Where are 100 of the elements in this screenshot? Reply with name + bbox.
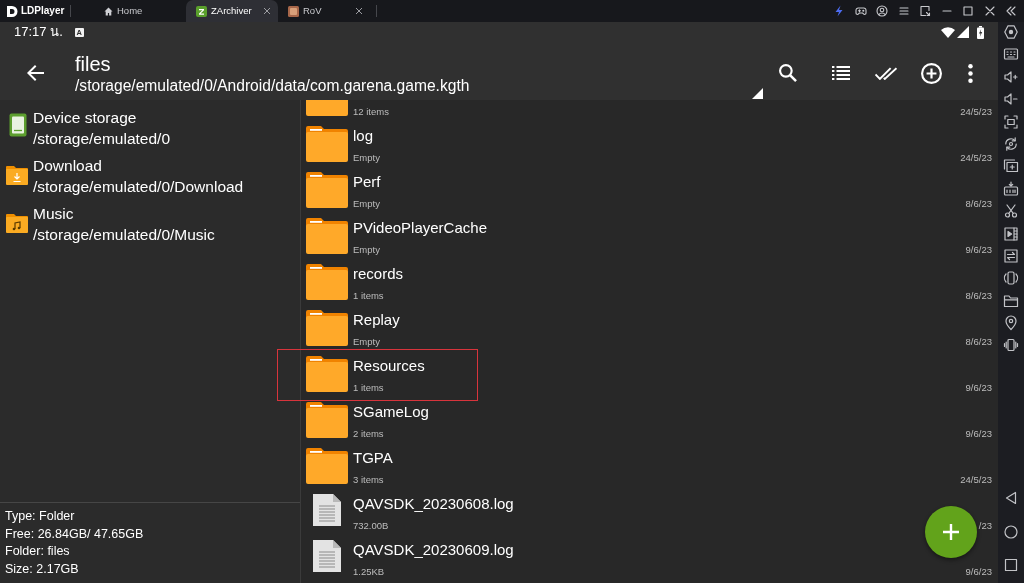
home-icon[interactable] <box>1003 523 1019 540</box>
fullscreen-icon[interactable] <box>1003 113 1019 130</box>
place-path: /storage/emulated/0/Music <box>33 225 215 245</box>
file-name[interactable]: records <box>353 264 404 284</box>
folder-icon <box>306 356 348 392</box>
film-play-icon[interactable] <box>1003 225 1019 242</box>
folder-icon <box>306 448 348 484</box>
file-details: Empty <box>353 336 380 348</box>
download-folder-icon <box>5 165 28 185</box>
phone-vibrate-icon[interactable] <box>1003 337 1019 354</box>
plus-circle-icon <box>920 62 942 84</box>
window-plus-icon[interactable] <box>1003 158 1019 175</box>
file-date: /23 <box>978 520 992 532</box>
rotate-icon[interactable] <box>1003 135 1019 152</box>
folder-title: files <box>75 52 112 76</box>
file-name[interactable]: QAVSDK_20230608.log <box>353 494 514 514</box>
signal-icon <box>957 26 969 38</box>
document-icon <box>313 494 341 526</box>
file-details: 2 items <box>353 428 384 440</box>
list-icon <box>832 66 850 80</box>
folder-icon <box>306 402 348 438</box>
location-pin-icon[interactable] <box>1003 315 1019 332</box>
game-icon <box>288 5 299 17</box>
window-arrow-icon[interactable] <box>919 5 932 17</box>
user-circle-icon[interactable] <box>876 5 889 17</box>
app-icon <box>196 5 207 17</box>
corner-triangle-icon <box>752 88 763 99</box>
info-line: Free: 26.84GB/ 47.65GB <box>5 525 144 543</box>
double-chevron-icon[interactable] <box>1005 5 1018 17</box>
close-icon[interactable] <box>263 7 271 15</box>
info-line: Size: 2.17GB <box>5 560 79 578</box>
file-details: 1 items <box>353 290 384 302</box>
place-name[interactable]: Download <box>33 155 102 176</box>
file-date: 9/6/23 <box>965 428 992 440</box>
battery-charging-icon <box>977 25 984 39</box>
file-name[interactable]: QAVSDK_20230609.log <box>353 540 514 560</box>
file-name[interactable]: Resources <box>353 356 425 376</box>
keyboard-icon[interactable] <box>1003 46 1019 63</box>
phone-shake-icon[interactable] <box>1003 270 1019 287</box>
folder-icon[interactable] <box>1003 292 1019 309</box>
file-name[interactable]: PVideoPlayerCache <box>353 218 487 238</box>
file-name[interactable]: Perf <box>353 172 381 192</box>
document-icon <box>313 540 341 572</box>
folder-icon <box>306 172 348 208</box>
folder-icon <box>306 310 348 346</box>
clock: 17:17 น. <box>14 24 63 40</box>
scissors-icon[interactable] <box>1003 203 1019 220</box>
file-details: 1 items <box>353 382 384 394</box>
file-details: Empty <box>353 244 380 256</box>
house-icon <box>104 6 113 16</box>
place-name[interactable]: Music <box>33 203 74 224</box>
file-details: 3 items <box>353 474 384 486</box>
file-name[interactable]: SGameLog <box>353 402 429 422</box>
file-date: 9/6/23 <box>965 244 992 256</box>
back-icon[interactable] <box>1003 490 1019 506</box>
recents-icon[interactable] <box>1003 557 1019 573</box>
app-name: LDPlayer <box>21 4 65 18</box>
close-icon[interactable] <box>983 5 996 17</box>
file-name[interactable]: TGPA <box>353 448 393 468</box>
file-name[interactable]: log <box>353 126 374 146</box>
file-name[interactable]: Replay <box>353 310 400 330</box>
place-name[interactable]: Device storage <box>33 107 137 128</box>
tab[interactable]: ZArchiver <box>186 0 278 22</box>
info-line: Type: Folder <box>5 508 75 525</box>
file-date: 8/6/23 <box>965 290 992 302</box>
file-details: 732.00B <box>353 520 389 532</box>
storage-icon <box>9 113 27 137</box>
file-date: 8/6/23 <box>965 198 992 210</box>
folder-icon <box>306 126 348 162</box>
settings-icon[interactable] <box>1003 24 1019 40</box>
maximize-icon[interactable] <box>962 5 975 17</box>
file-date: 8/6/23 <box>965 336 992 348</box>
file-details: 12 items <box>353 106 389 118</box>
folder-path[interactable]: /storage/emulated/0/Android/data/com.garena.game.kgth <box>75 76 752 96</box>
tab[interactable]: Home <box>94 0 186 22</box>
folder-icon <box>306 264 348 300</box>
gamepad-icon[interactable] <box>854 5 867 17</box>
back-arrow-icon <box>26 65 44 81</box>
folder-icon <box>306 218 348 254</box>
menu-icon[interactable] <box>897 5 910 17</box>
file-date: 24/5/23 <box>960 474 992 486</box>
logo-icon <box>5 4 18 18</box>
info-line: Folder: files <box>5 543 70 560</box>
file-details: Empty <box>353 152 380 164</box>
file-date: 9/6/23 <box>965 566 992 578</box>
tab[interactable]: RoV <box>278 0 370 22</box>
double-check-icon <box>875 66 897 80</box>
swap-arrows-icon[interactable] <box>1003 247 1019 264</box>
music-folder-icon <box>5 213 28 233</box>
more-vertical-icon <box>967 63 973 83</box>
file-date: 24/5/23 <box>960 106 992 118</box>
tray-download-icon[interactable] <box>1003 180 1019 197</box>
file-details: Empty <box>353 198 380 210</box>
file-details: 1.25KB <box>353 566 385 578</box>
file-date: 24/5/23 <box>960 152 992 164</box>
place-path: /storage/emulated/0 <box>33 129 170 149</box>
wifi-icon <box>941 26 955 38</box>
file-date: 9/6/23 <box>965 382 992 394</box>
close-icon[interactable] <box>355 7 363 15</box>
plus-icon <box>942 523 960 541</box>
